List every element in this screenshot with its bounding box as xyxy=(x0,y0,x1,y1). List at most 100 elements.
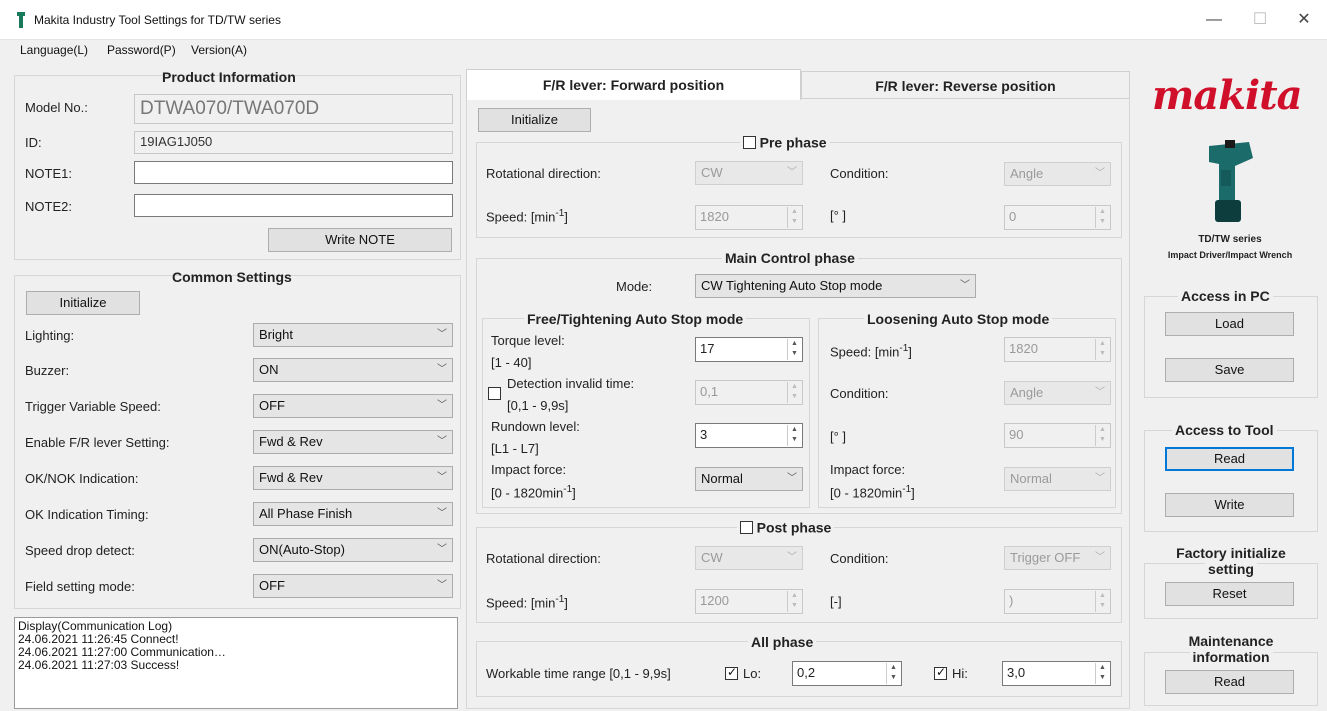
menu-password[interactable]: Password(P) xyxy=(107,43,176,57)
hi-value: 3,0 xyxy=(1007,665,1026,680)
note2-label: NOTE2: xyxy=(25,199,72,214)
post-dash-spinner[interactable]: ) ▲ ▼ xyxy=(1004,589,1111,614)
post-rot-label: Rotational direction: xyxy=(486,551,601,566)
post-phase-checkbox[interactable] xyxy=(740,521,753,535)
detection-spinner[interactable]: 0,1 ▲ ▼ xyxy=(695,380,803,405)
pre-speed-spinner[interactable]: 1820 ▲ ▼ xyxy=(695,205,803,230)
pre-phase-header: Pre phase xyxy=(740,134,830,151)
loosen-cond-select[interactable]: Angle ﹀ xyxy=(1004,381,1111,405)
tool-read-button[interactable]: Read xyxy=(1165,447,1294,471)
spin-arrows-icon: ▲ ▼ xyxy=(787,207,801,228)
common-setting-select[interactable]: All Phase Finish ﹀ xyxy=(253,502,453,526)
rundown-spinner[interactable]: 3 ▲ ▼ xyxy=(695,423,803,448)
common-initialize-button[interactable]: Initialize xyxy=(26,291,140,315)
pre-cond-select[interactable]: Angle ﹀ xyxy=(1004,162,1111,186)
maintenance-title-line1: Maintenance xyxy=(1185,633,1277,649)
common-setting-select[interactable]: ON ﹀ xyxy=(253,358,453,382)
post-rot-select[interactable]: CW ﹀ xyxy=(695,546,803,570)
pre-deg-spinner[interactable]: 0 ▲ ▼ xyxy=(1004,205,1111,230)
spin-arrows-icon: ▲ ▼ xyxy=(1095,663,1109,684)
spin-arrows-icon: ▲ ▼ xyxy=(1095,591,1109,612)
makita-logo: makita xyxy=(1152,72,1303,119)
pre-speed-label: Speed: [min-1] xyxy=(486,208,568,225)
factory-title-line1: Factory initialize xyxy=(1173,545,1289,561)
detection-checkbox[interactable] xyxy=(488,387,501,400)
save-button[interactable]: Save xyxy=(1165,358,1294,382)
chevron-down-icon: ﹀ xyxy=(1095,387,1105,398)
loosen-impact-select[interactable]: Normal ﹀ xyxy=(1004,467,1111,491)
free-impact-label: Impact force: xyxy=(491,462,567,477)
common-setting-select[interactable]: Fwd & Rev ﹀ xyxy=(253,466,453,490)
detection-range-label: [0,1 - 9,9s] xyxy=(507,398,569,413)
reset-button[interactable]: Reset xyxy=(1165,582,1294,606)
maximize-button[interactable]: ☐ xyxy=(1246,8,1274,32)
common-setting-value: ON(Auto-Stop) xyxy=(259,542,345,557)
common-setting-select[interactable]: OFF ﹀ xyxy=(253,574,453,598)
minimize-button[interactable]: — xyxy=(1200,8,1228,32)
impact-driver-icon xyxy=(1209,140,1253,222)
pre-phase-title: Pre phase xyxy=(759,134,827,151)
chevron-down-icon: ﹀ xyxy=(437,580,447,591)
tab-forward[interactable]: F/R lever: Forward position xyxy=(466,69,801,100)
title-bar: Makita Industry Tool Settings for TD/TW … xyxy=(0,0,1327,40)
post-speed-spinner[interactable]: 1200 ▲ ▼ xyxy=(695,589,803,614)
common-setting-label: Enable F/R lever Setting: xyxy=(25,435,170,450)
loosen-cond-value: Angle xyxy=(1010,385,1044,400)
common-setting-select[interactable]: Fwd & Rev ﹀ xyxy=(253,430,453,454)
maintenance-title-line2: information xyxy=(1189,649,1273,665)
lo-spinner[interactable]: 0,2 ▲ ▼ xyxy=(792,661,902,686)
write-note-button[interactable]: Write NOTE xyxy=(268,228,452,252)
chevron-down-icon: ﹀ xyxy=(437,472,447,483)
pre-deg-label: [° ] xyxy=(830,208,847,223)
pre-cond-label: Condition: xyxy=(830,166,889,181)
tab-reverse[interactable]: F/R lever: Reverse position xyxy=(801,71,1130,99)
common-setting-value: All Phase Finish xyxy=(259,506,353,521)
common-setting-select[interactable]: OFF ﹀ xyxy=(253,394,453,418)
menu-version[interactable]: Version(A) xyxy=(191,43,247,57)
spin-arrows-icon: ▲ ▼ xyxy=(1095,425,1109,446)
loosen-speed-spinner[interactable]: 1820 ▲ ▼ xyxy=(1004,337,1111,362)
chevron-down-icon: ﹀ xyxy=(437,436,447,447)
lo-value: 0,2 xyxy=(797,665,816,680)
chevron-down-icon: ﹀ xyxy=(437,544,447,555)
common-setting-value: ON xyxy=(259,362,279,377)
series-label: TD/TW series xyxy=(1198,234,1262,245)
note1-input[interactable] xyxy=(134,161,453,184)
pre-rot-select[interactable]: CW ﹀ xyxy=(695,161,803,185)
all-phase-title: All phase xyxy=(748,634,817,650)
hi-checkbox[interactable] xyxy=(934,665,947,680)
common-setting-label: Buzzer: xyxy=(25,363,70,378)
spin-arrows-icon: ▲ ▼ xyxy=(787,425,801,446)
chevron-down-icon: ﹀ xyxy=(437,364,447,375)
common-setting-select[interactable]: ON(Auto-Stop) ﹀ xyxy=(253,538,453,562)
loosen-deg-spinner[interactable]: 90 ▲ ▼ xyxy=(1004,423,1111,448)
loosen-impact-range-label: [0 - 1820min-1] xyxy=(830,484,915,501)
close-button[interactable]: ✕ xyxy=(1290,8,1318,32)
maintenance-title: Maintenance information xyxy=(1144,633,1318,665)
loosen-impact-label: Impact force: xyxy=(830,462,906,477)
torque-spinner[interactable]: 17 ▲ ▼ xyxy=(695,337,803,362)
common-setting-select[interactable]: Bright ﹀ xyxy=(253,323,453,347)
menu-language[interactable]: Language(L) xyxy=(20,43,88,57)
post-cond-select[interactable]: Trigger OFF ﹀ xyxy=(1004,546,1111,570)
rundown-label: Rundown level: xyxy=(491,419,580,434)
chevron-down-icon: ﹀ xyxy=(437,400,447,411)
post-phase-header: Post phase xyxy=(737,519,835,536)
pre-deg-value: 0 xyxy=(1009,209,1017,224)
tab-initialize-button[interactable]: Initialize xyxy=(478,108,591,132)
maintenance-read-button[interactable]: Read xyxy=(1165,670,1294,694)
common-setting-value: OFF xyxy=(259,398,285,413)
pre-rot-value: CW xyxy=(701,165,723,180)
lo-checkbox[interactable] xyxy=(725,665,738,680)
rundown-range-label: [L1 - L7] xyxy=(491,441,539,456)
torque-value: 17 xyxy=(700,341,715,356)
hi-spinner[interactable]: 3,0 ▲ ▼ xyxy=(1002,661,1111,686)
free-impact-select[interactable]: Normal ﹀ xyxy=(695,467,803,491)
product-desc: Impact Driver/Impact Wrench xyxy=(1167,250,1293,260)
pre-phase-checkbox[interactable] xyxy=(743,136,756,150)
mode-select[interactable]: CW Tightening Auto Stop mode ﹀ xyxy=(695,274,976,298)
load-button[interactable]: Load xyxy=(1165,312,1294,336)
spin-arrows-icon: ▲ ▼ xyxy=(787,382,801,403)
note2-input[interactable] xyxy=(134,194,453,217)
tool-write-button[interactable]: Write xyxy=(1165,493,1294,517)
